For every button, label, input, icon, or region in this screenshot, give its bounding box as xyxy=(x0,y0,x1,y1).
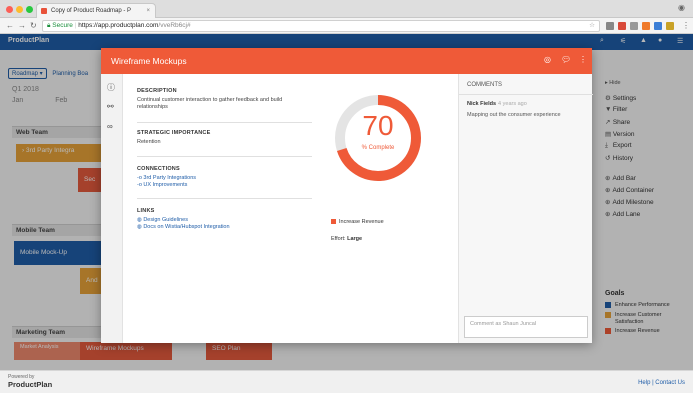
close-window-button[interactable] xyxy=(6,6,13,13)
connections-header: CONNECTIONS xyxy=(137,166,180,172)
browser-tab[interactable]: Copy of Product Roadmap - P × xyxy=(36,3,156,18)
forward-icon[interactable]: → xyxy=(18,21,26,30)
more-options-icon[interactable]: ⋮ xyxy=(579,55,587,64)
importance-section: STRATEGIC IMPORTANCE Retention xyxy=(137,130,312,146)
effort-value: Large xyxy=(347,236,363,242)
bar-goal-label: Increase Revenue xyxy=(339,219,384,225)
url-host: https://app.productplan.com xyxy=(78,22,159,29)
links-section: LINKS ◍ Design Guidelines ◍ Docs on Wist… xyxy=(137,208,312,230)
modal-body: DESCRIPTION Continual customer interacti… xyxy=(123,74,458,343)
external-link[interactable]: ◍ Docs on Wistia/Hubspot Integration xyxy=(137,224,312,231)
connections-section: CONNECTIONS -o 3rd Party Integrations -o… xyxy=(137,166,312,188)
view-icon[interactable]: ◎ xyxy=(544,55,551,64)
tab-title: Copy of Product Roadmap - P xyxy=(51,8,132,14)
importance-header: STRATEGIC IMPORTANCE xyxy=(137,130,211,136)
extension-icon[interactable] xyxy=(630,22,638,30)
goal-swatch xyxy=(331,219,336,224)
description-text[interactable]: Continual customer interaction to gather… xyxy=(137,97,312,110)
divider xyxy=(137,198,312,199)
comments-panel: COMMENTS Nick Fields 4 years ago Mapping … xyxy=(458,74,593,343)
productplan-favicon-icon xyxy=(41,8,47,14)
importance-value[interactable]: Retention xyxy=(137,139,312,146)
effort-row[interactable]: Effort: Large xyxy=(331,236,362,242)
extension-icon[interactable] xyxy=(606,22,614,30)
modal-title[interactable]: Wireframe Mockups xyxy=(111,56,187,66)
description-header: DESCRIPTION xyxy=(137,88,177,94)
url-field[interactable]: 🔒︎ Secure | https://app.productplan.com/… xyxy=(42,20,600,32)
comments-header: COMMENTS xyxy=(467,82,502,88)
extension-icon[interactable] xyxy=(618,22,626,30)
percent-complete-label: % Complete xyxy=(361,145,395,151)
extension-icon[interactable] xyxy=(642,22,650,30)
bar-goal[interactable]: Increase Revenue xyxy=(331,219,384,225)
divider xyxy=(459,94,593,95)
reload-icon[interactable]: ↻ xyxy=(30,21,37,30)
links-icon[interactable]: ∞ xyxy=(107,122,113,131)
minimize-window-button[interactable] xyxy=(16,6,23,13)
help-contact-link[interactable]: Help | Contact Us xyxy=(638,380,685,386)
browser-titlebar: Copy of Product Roadmap - P × ◉ xyxy=(0,0,693,18)
bookmark-star-icon[interactable]: ☆ xyxy=(589,21,595,31)
back-icon[interactable]: ← xyxy=(6,21,14,30)
comment-text: Mapping out the consumer experience xyxy=(467,112,561,118)
connection-link[interactable]: -o UX Improvements xyxy=(137,182,312,189)
app-footer: Powered by ProductPlan Help | Contact Us xyxy=(0,370,693,393)
description-section: DESCRIPTION Continual customer interacti… xyxy=(137,88,312,110)
modal-header: Wireframe Mockups ◎ 💬︎ ⋮ xyxy=(101,48,592,74)
comment-time: 4 years ago xyxy=(498,101,527,107)
lock-icon: 🔒︎ xyxy=(47,22,51,29)
effort-label: Effort: xyxy=(331,236,346,242)
zoom-window-button[interactable] xyxy=(26,6,33,13)
connections-icon[interactable]: ⚯ xyxy=(107,102,114,111)
comment-input[interactable]: Comment as Shaun Juncal xyxy=(464,316,588,338)
divider xyxy=(137,122,312,123)
extension-icon[interactable] xyxy=(666,22,674,30)
bar-detail-modal: Wireframe Mockups ◎ 💬︎ ⋮ ⓘ ⚯ ∞ DESCRIPTI… xyxy=(101,48,593,343)
profile-icon[interactable]: ◉ xyxy=(678,3,685,12)
divider xyxy=(137,156,312,157)
percent-complete-value: 70 xyxy=(362,110,394,141)
secure-label: Secure xyxy=(52,22,73,29)
comments-icon[interactable]: 💬︎ xyxy=(561,55,571,64)
browser-menu-icon[interactable]: ⋮ xyxy=(682,21,690,30)
close-tab-icon[interactable]: × xyxy=(146,4,150,18)
footer-brand[interactable]: ProductPlan xyxy=(8,380,52,389)
url-path: /vveRb6cj# xyxy=(158,22,191,29)
extension-icon[interactable] xyxy=(654,22,662,30)
address-bar-row: ← → ↻ 🔒︎ Secure | https://app.productpla… xyxy=(0,18,693,34)
links-header: LINKS xyxy=(137,208,155,214)
modal-side-tabs: ⓘ ⚯ ∞ xyxy=(101,74,123,343)
info-icon[interactable]: ⓘ xyxy=(107,82,115,93)
progress-ring: 70 % Complete xyxy=(328,88,428,188)
comment-author: Nick Fields 4 years ago xyxy=(467,101,527,107)
